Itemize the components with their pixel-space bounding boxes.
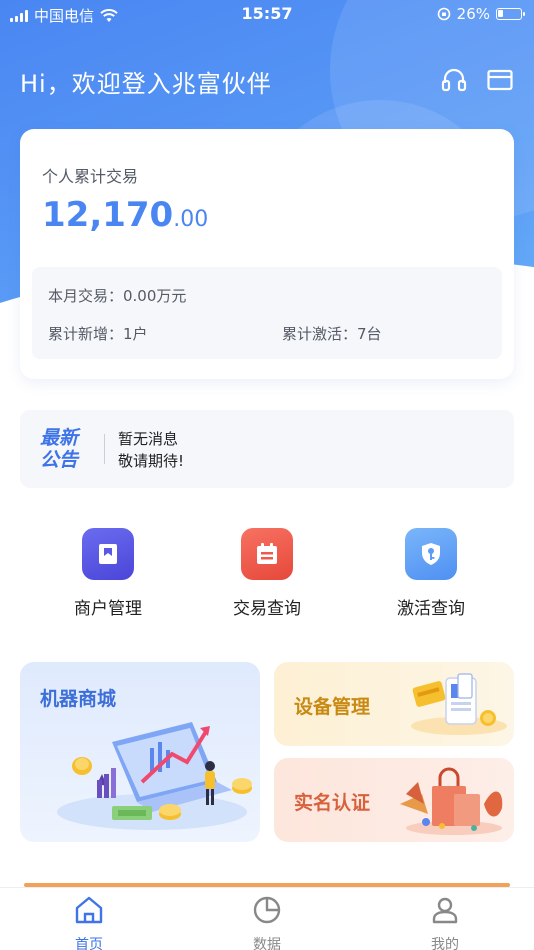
divider xyxy=(104,434,105,464)
quick-item-label: 激活查询 xyxy=(397,599,465,619)
quick-item-activation-query[interactable]: 激活查询 xyxy=(361,528,501,619)
shopping-bag-illustration xyxy=(400,767,503,835)
announcement-line: 敬请期待! xyxy=(118,452,185,470)
device-terminal-illustration xyxy=(411,673,507,735)
status-bar: 中国电信 15:57 26% xyxy=(0,0,534,28)
total-amount: 12,170.00 xyxy=(42,195,208,235)
tab-data[interactable]: 数据 xyxy=(207,894,327,950)
headset-icon[interactable] xyxy=(440,66,468,94)
tab-label: 数据 xyxy=(253,937,281,950)
transaction-stats-card[interactable]: 个人累计交易 12,170.00 本月交易：0.00万元 累计新增：1户 累计激… xyxy=(20,129,514,379)
battery-icon xyxy=(496,8,525,20)
shield-key-icon xyxy=(405,528,457,580)
merchant-icon xyxy=(82,528,134,580)
battery-percent: 26% xyxy=(456,5,490,23)
tile-device-management[interactable]: 设备管理 xyxy=(274,662,514,746)
user-icon xyxy=(432,897,458,924)
calendar-icon xyxy=(241,528,293,580)
home-page: 中国电信 15:57 26% Hi，欢迎登入兆富伙伴 个人累计交易 12,170… xyxy=(0,0,534,950)
tile-real-name-verification[interactable]: 实名认证 xyxy=(274,758,514,842)
laptop-finance-illustration xyxy=(57,722,252,830)
amount-decimal: .00 xyxy=(173,207,209,232)
orientation-lock-icon xyxy=(437,7,450,21)
home-icon xyxy=(75,896,103,924)
tile-title: 实名认证 xyxy=(294,792,371,814)
total-new-merchants: 累计新增：1户 xyxy=(48,325,148,343)
monthly-transactions: 本月交易：0.00万元 xyxy=(48,287,187,305)
battery-level xyxy=(498,10,503,17)
announcement-line: 暂无消息 xyxy=(118,430,179,448)
quick-menu: 商户管理 交易查询 激活查询 xyxy=(0,528,534,628)
announcement-tag: 最新公告 xyxy=(40,427,79,471)
greeting-title: Hi，欢迎登入兆富伙伴 xyxy=(20,70,272,98)
announcement-banner[interactable]: 最新公告 暂无消息 敬请期待! xyxy=(20,410,514,488)
quick-item-label: 交易查询 xyxy=(233,599,301,619)
tab-label: 我的 xyxy=(431,937,459,950)
quick-item-transaction-query[interactable]: 交易查询 xyxy=(197,528,337,619)
quick-item-label: 商户管理 xyxy=(74,599,142,619)
tab-home[interactable]: 首页 xyxy=(29,894,149,950)
bottom-tab-bar: 首页 数据 我的 xyxy=(0,887,534,950)
stats-title: 个人累计交易 xyxy=(42,167,139,186)
pie-chart-icon xyxy=(253,896,281,924)
quick-item-merchant-management[interactable]: 商户管理 xyxy=(38,528,178,619)
announcement-text: 暂无消息 敬请期待! xyxy=(118,428,184,472)
mail-icon[interactable] xyxy=(486,66,514,94)
tile-machine-mall[interactable]: 机器商城 xyxy=(20,662,260,842)
tile-title: 设备管理 xyxy=(294,696,371,718)
stats-summary: 本月交易：0.00万元 累计新增：1户 累计激活：7台 xyxy=(32,267,502,359)
amount-integer: 12,170 xyxy=(42,195,174,235)
tab-mine[interactable]: 我的 xyxy=(385,894,505,950)
total-activated-devices: 累计激活：7台 xyxy=(282,325,382,343)
tab-label: 首页 xyxy=(75,937,103,950)
